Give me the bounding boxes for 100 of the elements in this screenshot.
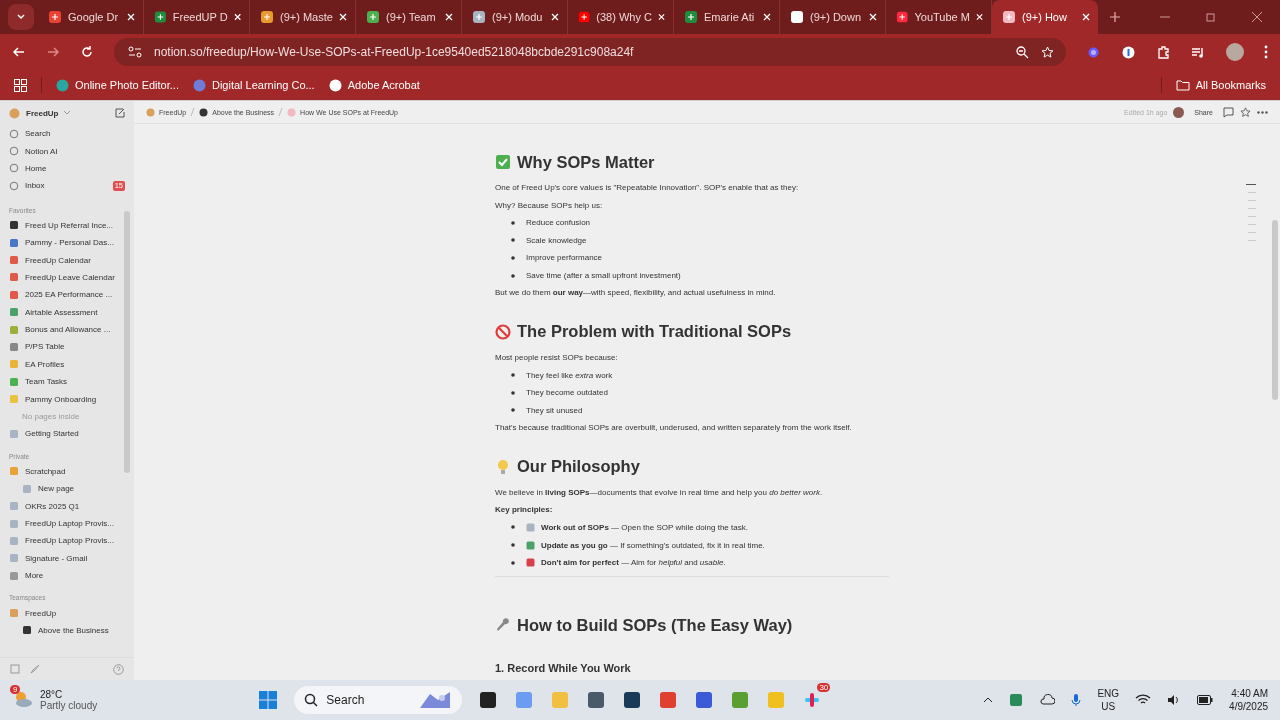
chevron-up-icon[interactable] bbox=[983, 695, 994, 705]
paragraph: That's because traditional SOPs are overbuilt, underused, and written separately from the work itself. bbox=[495, 422, 853, 435]
wifi-icon[interactable] bbox=[1135, 694, 1152, 706]
bullet-icon bbox=[511, 373, 515, 378]
all-bookmarks-button[interactable]: All Bookmarks bbox=[1175, 79, 1266, 91]
list-item: Reduce confusion bbox=[526, 218, 591, 228]
sidebar-item[interactable]: Freed Up Referral Ince... bbox=[0, 216, 134, 234]
paragraph: Most people resist SOPs because: bbox=[495, 351, 619, 364]
bullet-icon bbox=[511, 256, 515, 260]
subheading: 1. Record While You Work bbox=[495, 662, 632, 675]
list-item: Work out of SOPs — Open the SOP while doing the task. bbox=[541, 522, 748, 532]
tab-search-button[interactable] bbox=[8, 4, 34, 30]
tray-app-icon[interactable] bbox=[1009, 693, 1024, 707]
sidebar-nav-item[interactable]: Home bbox=[0, 159, 134, 178]
sidebar-item[interactable]: FreedUp Laptop Provis... bbox=[0, 514, 134, 533]
taskbar-app-icon[interactable] bbox=[586, 690, 607, 710]
battery-icon[interactable] bbox=[1197, 695, 1214, 705]
notification-badge: 9 bbox=[10, 685, 21, 694]
sidebar-item[interactable]: FreedUp bbox=[0, 604, 134, 622]
profile-avatar[interactable] bbox=[1226, 43, 1244, 61]
caret-icon bbox=[16, 12, 26, 22]
reload-icon[interactable] bbox=[80, 45, 94, 59]
sidebar-item[interactable]: FreedUp Leave Calendar bbox=[0, 268, 134, 287]
paragraph: Key principles: bbox=[495, 504, 554, 517]
scrollbar[interactable] bbox=[1272, 220, 1278, 400]
bullet-icon bbox=[511, 543, 515, 548]
sidebar-nav-item[interactable]: Notion AI bbox=[0, 142, 134, 160]
bookmark[interactable]: Digital Learning Co... bbox=[192, 78, 315, 92]
wrench-icon bbox=[495, 617, 511, 634]
address-bar[interactable]: notion.so/freedup/How-We-Use-SOPs-at-FreedUp-1ce9540ed5218048bcbde291c908a24f bbox=[114, 38, 1066, 66]
list-item: They feel like extra work bbox=[526, 370, 613, 380]
sidebar-item[interactable]: OKRs 2025 Q1 bbox=[0, 497, 134, 515]
compose-icon[interactable] bbox=[115, 108, 125, 118]
notification-badge: 30 bbox=[817, 683, 831, 692]
bulb-icon bbox=[495, 458, 511, 475]
sidebar-item[interactable]: New page bbox=[0, 480, 134, 498]
temperature: 28°C bbox=[40, 689, 64, 700]
sidebar-item[interactable]: Bonus and Allowance ... bbox=[0, 320, 134, 339]
empty-note: No pages inside bbox=[21, 411, 81, 424]
bookmark[interactable]: Adobe Acrobat bbox=[328, 78, 420, 92]
close-icon[interactable] bbox=[1252, 12, 1262, 22]
back-icon[interactable] bbox=[12, 45, 26, 59]
taskbar-app-icon[interactable] bbox=[478, 690, 499, 710]
microphone-icon[interactable] bbox=[1071, 693, 1082, 707]
section-heading: How to Build SOPs (The Easy Way) bbox=[517, 615, 793, 635]
taskbar-search[interactable]: Search bbox=[294, 686, 463, 714]
folder-icon bbox=[1175, 79, 1190, 91]
apps-icon[interactable] bbox=[14, 78, 27, 92]
bookmark[interactable]: Online Photo Editor... bbox=[56, 78, 179, 92]
sidebar-item[interactable]: Pammy - Personal Das... bbox=[0, 233, 134, 252]
comment-icon[interactable] bbox=[1223, 106, 1234, 118]
cloud-icon[interactable] bbox=[1039, 694, 1056, 706]
extension-icon[interactable] bbox=[1121, 44, 1136, 60]
sidebar-item[interactable]: Pammy Onboarding bbox=[0, 390, 134, 408]
sidebar-item[interactable]: Scratchpad bbox=[0, 462, 134, 481]
bullet-icon bbox=[511, 560, 515, 565]
sidebar-item[interactable]: P/PS Table bbox=[0, 338, 134, 356]
sidebar-item[interactable]: EA Profiles bbox=[0, 355, 134, 374]
bullet-icon bbox=[511, 220, 515, 225]
start-icon[interactable] bbox=[258, 690, 279, 710]
weather-condition: Partly cloudy bbox=[40, 700, 98, 711]
sidebar-item[interactable]: FreedUp Laptop Provis... bbox=[0, 532, 134, 550]
sidebar-item[interactable]: Team Tasks bbox=[0, 373, 134, 391]
star-icon[interactable] bbox=[1240, 106, 1251, 118]
section-heading: Our Philosophy bbox=[517, 457, 640, 477]
clock[interactable]: 4:40 AM 4/9/2025 bbox=[1229, 687, 1268, 713]
paragraph: One of Freed Up's core values is "Repeatable Innovation". SOP's enable that as they: bbox=[495, 182, 800, 194]
search-highlight-icon bbox=[418, 690, 453, 710]
list-item: Don't aim for perfect — Aim for helpful and usable. bbox=[541, 558, 726, 568]
taskbar-app-icon[interactable] bbox=[622, 690, 643, 710]
bullet-icon bbox=[511, 525, 515, 530]
site-info-icon[interactable] bbox=[128, 46, 142, 58]
new-tab-icon[interactable] bbox=[1110, 12, 1120, 22]
bullet-icon bbox=[511, 238, 515, 243]
forward-icon[interactable] bbox=[46, 45, 60, 59]
sidebar-item[interactable]: Airtable Assessment bbox=[0, 303, 134, 321]
scrollbar[interactable] bbox=[124, 210, 130, 473]
section-heading: Why SOPs Matter bbox=[517, 152, 655, 172]
bullet-icon bbox=[511, 273, 515, 278]
list-item: They become outdated bbox=[526, 388, 608, 398]
browser-tab[interactable]: (9+) How bbox=[992, 0, 1098, 34]
restore-icon[interactable] bbox=[1206, 12, 1216, 22]
puzzle-icon[interactable] bbox=[1156, 44, 1171, 60]
workspace-switcher[interactable]: FreedUp bbox=[0, 101, 134, 125]
language-indicator[interactable]: ENG US bbox=[1097, 687, 1120, 713]
menu-icon[interactable] bbox=[1264, 45, 1268, 59]
sidebar-item[interactable]: Above the Business bbox=[0, 621, 134, 640]
sidebar-item[interactable]: Signature - Gmail bbox=[0, 549, 134, 567]
sidebar-item[interactable]: FreedUp Calendar bbox=[0, 251, 134, 269]
sidebar-item[interactable]: More bbox=[0, 567, 134, 585]
zoom-icon[interactable] bbox=[1016, 45, 1029, 59]
list-item: Improve performance bbox=[526, 253, 603, 263]
sidebar-nav-item[interactable]: Search bbox=[0, 125, 134, 143]
sidebar-item[interactable]: 2025 EA Performance ... bbox=[0, 286, 134, 304]
list-item: Update as you go — If something's outdated, fix it in real time. bbox=[541, 540, 765, 550]
paragraph: Why? Because SOPs help us: bbox=[495, 199, 604, 212]
paragraph: But we do them our way—with speed, flexibility, and actual usefulness in mind. bbox=[495, 287, 777, 300]
sidebar-item[interactable]: Getting Started bbox=[0, 425, 134, 443]
paragraph: We believe in living SOPs—documents that evolve in real time and help you do better work. bbox=[495, 486, 824, 499]
bullet-icon bbox=[511, 390, 515, 395]
